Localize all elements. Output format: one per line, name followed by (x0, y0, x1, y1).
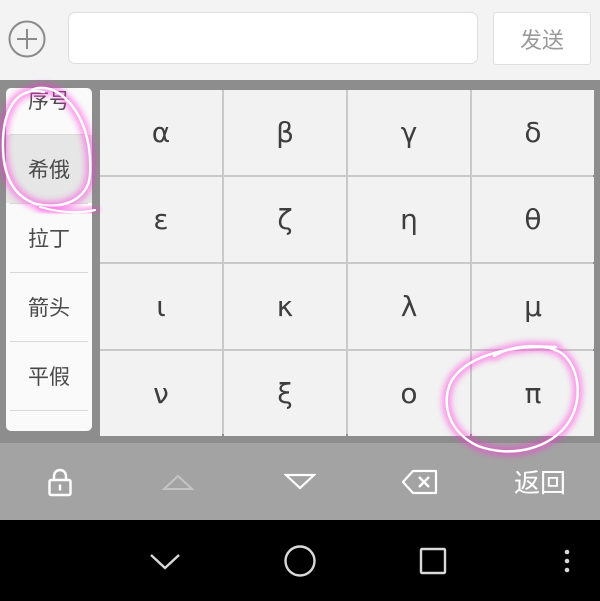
lock-button[interactable] (20, 443, 100, 520)
circle-icon (284, 544, 316, 577)
symbol-key[interactable]: ξ (224, 351, 346, 436)
symbol-category-item[interactable]: 序号 (6, 88, 92, 134)
symbol-key[interactable]: α (100, 90, 222, 175)
symbol-key[interactable]: κ (224, 264, 346, 349)
vertical-dots-icon (564, 549, 570, 572)
square-icon (419, 547, 447, 574)
page-up-button[interactable] (138, 443, 218, 520)
symbol-key[interactable]: π (472, 351, 594, 436)
symbol-key-grid: αβγδ εζηθ ικλμ νξοπ (100, 90, 594, 436)
system-nav-bar (0, 520, 600, 601)
send-button[interactable]: 发送 (493, 12, 591, 65)
triangle-up-icon (162, 474, 194, 490)
symbol-key[interactable]: ε (100, 177, 222, 262)
symbol-key[interactable]: ζ (224, 177, 346, 262)
symbol-category-item[interactable]: 希俄 (6, 135, 92, 203)
page-down-button[interactable] (260, 443, 340, 520)
symbol-key[interactable]: ο (348, 351, 470, 436)
more-button[interactable] (552, 520, 582, 601)
symbol-key[interactable]: ι (100, 264, 222, 349)
backspace-icon (401, 469, 438, 494)
symbol-category-list[interactable]: 序号希俄拉丁箭头平假片假 (6, 88, 92, 431)
keyboard-toolbar: 返回 (0, 443, 600, 520)
symbol-key[interactable]: θ (472, 177, 594, 262)
home-button[interactable] (270, 520, 330, 601)
symbol-category-item[interactable]: 箭头 (6, 273, 92, 341)
plus-circle-icon (8, 20, 46, 58)
add-button[interactable] (7, 19, 47, 59)
triangle-down-icon (284, 473, 316, 490)
symbol-category-item[interactable]: 拉丁 (6, 204, 92, 272)
hide-keyboard-button[interactable] (135, 520, 195, 601)
chevron-down-icon (150, 553, 180, 570)
lock-icon (48, 468, 72, 496)
symbol-key[interactable]: λ (348, 264, 470, 349)
recents-button[interactable] (403, 520, 463, 601)
symbol-key[interactable]: γ (348, 90, 470, 175)
symbol-key[interactable]: δ (472, 90, 594, 175)
message-input[interactable] (68, 12, 478, 64)
return-button[interactable]: 返回 (498, 443, 582, 520)
symbol-key[interactable]: ν (100, 351, 222, 436)
symbol-category-item[interactable]: 平假 (6, 342, 92, 410)
symbol-keyboard: 序号希俄拉丁箭头平假片假 αβγδ εζηθ ικλμ νξοπ (0, 80, 600, 443)
symbol-key[interactable]: β (224, 90, 346, 175)
symbol-category-item[interactable]: 片假 (6, 411, 92, 431)
backspace-button[interactable] (380, 443, 460, 520)
input-bar: 发送 (0, 0, 600, 80)
symbol-key[interactable]: η (348, 177, 470, 262)
symbol-key[interactable]: μ (472, 264, 594, 349)
